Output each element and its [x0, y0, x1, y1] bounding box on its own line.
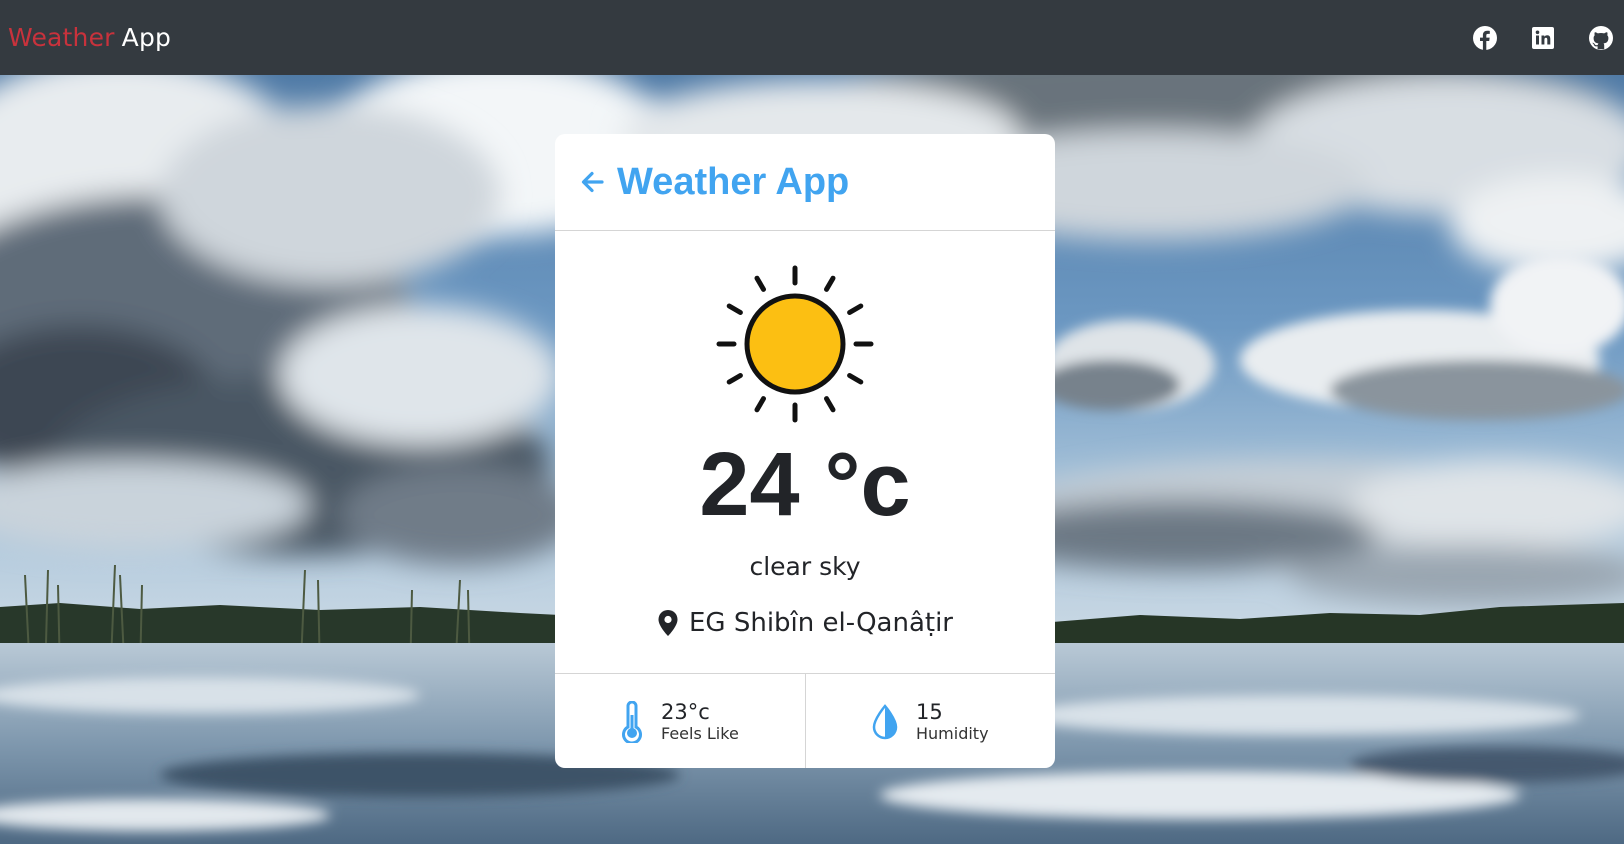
feels-like-stat: 23°c Feels Like	[555, 674, 805, 768]
thermometer-icon	[619, 700, 645, 744]
temperature-value: 24 °c	[699, 435, 911, 535]
feels-like-label: Feels Like	[661, 724, 739, 744]
location: EG Shibîn el-Qanâṭir	[555, 608, 1055, 638]
back-arrow-icon[interactable]	[579, 167, 609, 197]
card-footer: 23°c Feels Like 15 Humidity	[555, 673, 1055, 768]
brand-logo[interactable]: Weather App	[8, 23, 171, 52]
card-header: Weather App	[555, 134, 1055, 231]
droplet-icon	[870, 702, 900, 742]
brand-word-app: App	[121, 23, 172, 52]
map-pin-icon	[658, 610, 678, 636]
feels-like-value: 23°c	[661, 699, 710, 724]
humidity-label: Humidity	[916, 724, 989, 744]
humidity-value: 15	[916, 699, 943, 724]
linkedin-icon[interactable]	[1530, 25, 1556, 51]
brand-word-weather: Weather	[8, 23, 115, 52]
card-title: Weather App	[617, 160, 850, 203]
sun-icon	[715, 264, 875, 424]
location-name: EG Shibîn el-Qanâṭir	[689, 608, 953, 638]
social-links	[1440, 0, 1624, 75]
facebook-icon[interactable]	[1472, 25, 1498, 51]
weather-card: Weather App 24 °c clear sky EG Shibîn el…	[555, 134, 1055, 768]
navbar: Weather App	[0, 0, 1624, 75]
humidity-stat: 15 Humidity	[805, 674, 1055, 768]
weather-description: clear sky	[749, 552, 861, 581]
github-icon[interactable]	[1588, 25, 1614, 51]
